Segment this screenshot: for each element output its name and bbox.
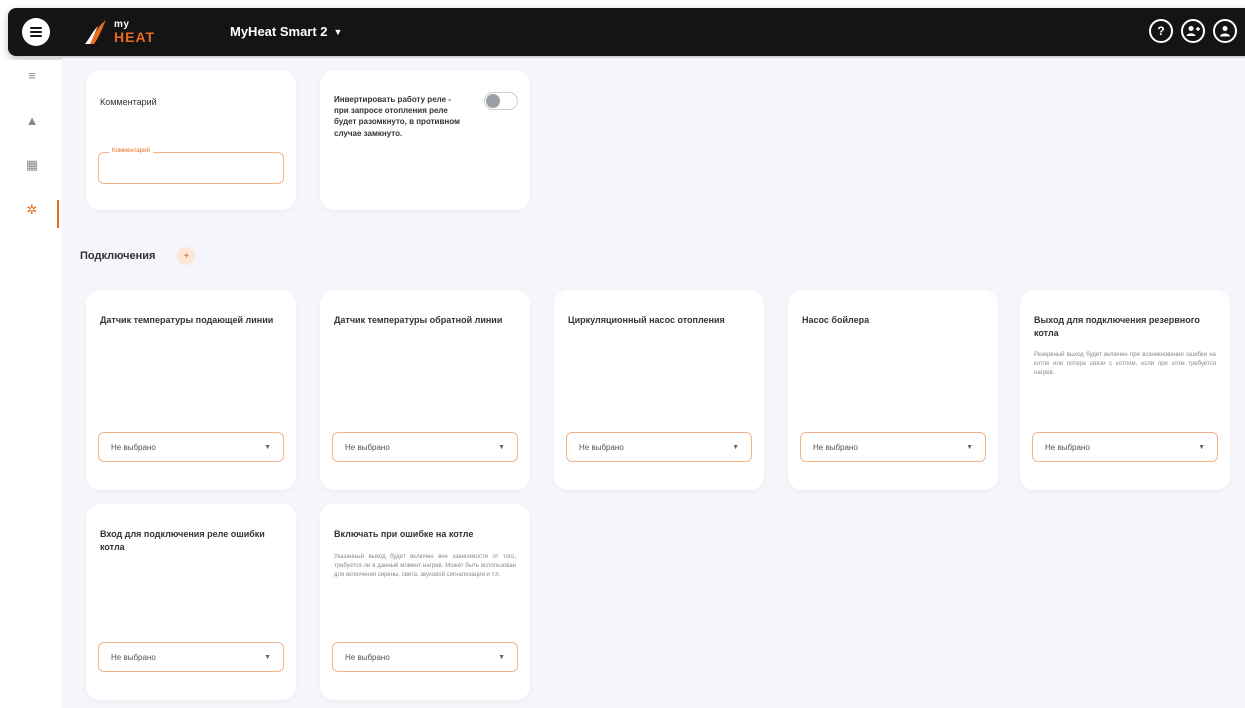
connection-card: Вход для подключения реле ошибки котла Н… <box>86 504 296 700</box>
connection-description: Резервный выход будет включен при возник… <box>1034 352 1216 377</box>
device-selector[interactable]: MyHeat Smart 2 ▼ <box>230 24 342 39</box>
connection-card: Выход для подключения резервного котла Р… <box>1020 290 1230 490</box>
header-actions: ? <box>1149 19 1237 43</box>
connection-card: Включать при ошибке на котле Указанный в… <box>320 504 530 700</box>
connection-select[interactable]: Не выбрано ▼ <box>332 432 518 462</box>
connection-select[interactable]: Не выбрано ▼ <box>566 432 752 462</box>
warning-icon[interactable]: ▲ <box>22 110 42 130</box>
connection-title: Датчик температуры подающей линии <box>100 315 274 325</box>
invert-relay-card: Инвертировать работу реле - при запросе … <box>320 70 530 210</box>
connections-title: Подключения <box>80 250 156 262</box>
select-value: Не выбрано <box>111 442 156 452</box>
user-plus-glyph <box>1186 26 1200 36</box>
connection-title: Датчик температуры обратной линии <box>334 315 503 325</box>
menu-icon[interactable] <box>22 18 50 46</box>
list-icon[interactable]: ≡ <box>22 65 42 85</box>
connection-select[interactable]: Не выбрано ▼ <box>98 642 284 672</box>
dropdown-arrow-icon: ▼ <box>1198 443 1205 451</box>
top-app-bar: my HEAT MyHeat Smart 2 ▼ ? <box>8 8 1245 56</box>
active-indicator <box>57 200 59 228</box>
gear-icon[interactable]: ✲ <box>22 200 42 220</box>
invert-relay-text: Инвертировать работу реле - при запросе … <box>334 95 460 138</box>
dropdown-arrow-icon: ▼ <box>732 443 739 451</box>
connection-select[interactable]: Не выбрано ▼ <box>800 432 986 462</box>
connection-card: Циркуляционный насос отопления Не выбран… <box>554 290 764 490</box>
profile-icon[interactable] <box>1213 19 1237 43</box>
connection-description: Указанный выход будет включен вне зависи… <box>334 553 516 578</box>
comment-input[interactable]: Комментарий <box>98 148 284 184</box>
connection-title: Вход для подключения реле ошибки котла <box>100 529 265 552</box>
calendar-icon[interactable]: ▦ <box>22 155 42 175</box>
comment-title: Комментарий <box>100 97 157 107</box>
select-value: Не выбрано <box>813 442 858 452</box>
dropdown-arrow-icon: ▼ <box>498 443 505 451</box>
select-value: Не выбрано <box>345 652 390 662</box>
share-user-icon[interactable] <box>1181 19 1205 43</box>
dropdown-arrow-icon: ▼ <box>264 653 271 661</box>
connection-select[interactable]: Не выбрано ▼ <box>1032 432 1218 462</box>
toggle-knob <box>486 94 500 108</box>
connection-card: Датчик температуры подающей линии Не выб… <box>86 290 296 490</box>
invert-relay-toggle[interactable] <box>484 92 518 110</box>
connection-card: Насос бойлера Не выбрано ▼ <box>788 290 998 490</box>
dropdown-arrow-icon: ▼ <box>966 443 973 451</box>
select-value: Не выбрано <box>111 652 156 662</box>
connection-title: Циркуляционный насос отопления <box>568 315 725 325</box>
logo-heat-text: HEAT <box>114 29 156 45</box>
connection-card: Датчик температуры обратной линии Не выб… <box>320 290 530 490</box>
comment-card: Комментарий Комментарий <box>86 70 296 210</box>
connection-title: Выход для подключения резервного котла <box>1034 315 1200 338</box>
dropdown-arrow-icon: ▼ <box>498 653 505 661</box>
connection-title: Включать при ошибке на котле <box>334 529 474 539</box>
myheat-logo[interactable]: my HEAT <box>84 17 184 47</box>
select-value: Не выбрано <box>579 442 624 452</box>
user-glyph <box>1220 26 1230 37</box>
connection-select[interactable]: Не выбрано ▼ <box>98 432 284 462</box>
chevron-down-icon: ▼ <box>333 26 343 37</box>
connections-header: Подключения + <box>80 247 196 265</box>
select-value: Не выбрано <box>345 442 390 452</box>
help-icon[interactable]: ? <box>1149 19 1173 43</box>
select-value: Не выбрано <box>1045 442 1090 452</box>
add-connection-button[interactable]: + <box>177 247 196 265</box>
connection-select[interactable]: Не выбрано ▼ <box>332 642 518 672</box>
comment-input-label: Комментарий <box>109 148 153 154</box>
main-content: Комментарий Комментарий Инвертировать ра… <box>62 58 1245 708</box>
device-name: MyHeat Smart 2 <box>230 24 328 39</box>
flame-logo-icon <box>85 20 106 44</box>
connection-title: Насос бойлера <box>802 315 870 325</box>
dropdown-arrow-icon: ▼ <box>264 443 271 451</box>
sidebar: ≡ ▲ ▦ ✲ <box>0 60 62 708</box>
